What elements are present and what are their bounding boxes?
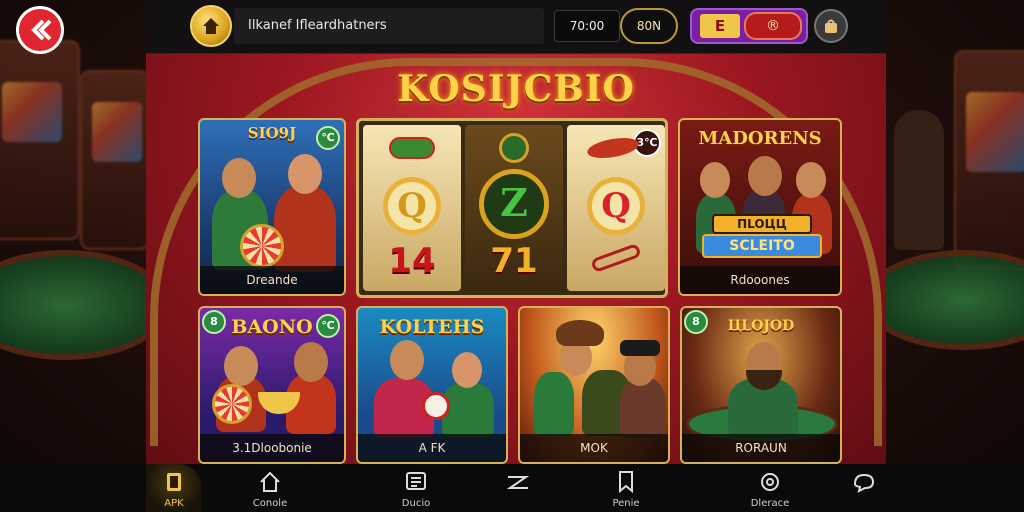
reel-3: 3℃ Q (567, 125, 665, 291)
document-icon (406, 472, 426, 490)
reel-number: 71 (490, 241, 538, 281)
game-tile-label: 3.1Dloobonie (200, 434, 344, 462)
game-tile-label: RORAUN (682, 434, 840, 462)
back-button[interactable] (16, 6, 64, 54)
apk-icon (167, 473, 181, 491)
reel-1: Q 14 (363, 125, 461, 291)
nav-label: Penie (612, 498, 640, 509)
game-tile-title: KOLTEHS (379, 316, 485, 338)
chat-icon (853, 473, 875, 493)
tile-badge-right: ℃ (316, 314, 340, 338)
nav-settings[interactable]: Dlerace (730, 464, 810, 512)
nav-document[interactable]: Ducio (376, 464, 456, 512)
nav-bookmark[interactable]: Penie (586, 464, 666, 512)
top-bar: Ilkanef Ifleardhatners 70:00 80N E ® (146, 0, 886, 54)
nav-label: Ducio (401, 498, 431, 509)
house-icon (203, 18, 219, 34)
join-button[interactable]: 80N (620, 8, 678, 44)
game-tile-6[interactable]: ЦLOJOD 8 RORAUN (680, 306, 842, 464)
balance-display: 70:00 (554, 10, 620, 42)
back-arrow-icon (31, 19, 52, 41)
game-tile-1[interactable]: SIO9J ℃ Dreande (198, 118, 346, 296)
toggle-option-right[interactable]: ® (744, 12, 802, 40)
nav-chat[interactable] (824, 464, 904, 512)
tile-badge-left: 8 (202, 310, 226, 334)
game-tile-2[interactable]: MADORENS ПLOЦЦ SCLEITO Rdooones (678, 118, 842, 296)
nav-home[interactable]: Conole (230, 464, 310, 512)
game-tile-title: MADORENS (698, 128, 822, 149)
home-icon (260, 471, 280, 492)
toggle-option-left[interactable]: E (700, 14, 740, 38)
game-tile-4[interactable]: KOLTEHS A FK (356, 306, 508, 464)
mode-toggle[interactable]: E ® (690, 8, 808, 44)
tile-badge: ℃ (316, 126, 340, 150)
coin-home-button[interactable] (190, 5, 232, 47)
nav-label: Conole (252, 498, 288, 509)
tile-badge: 8 (684, 310, 708, 334)
game-tile-label: MOK (520, 434, 668, 462)
reel-symbol: Q (383, 177, 441, 235)
game-tile-label: Dreande (200, 266, 344, 294)
announcement-marquee: Ilkanef Ifleardhatners (234, 8, 544, 44)
game-tile-label: A FK (358, 434, 506, 462)
nav-label: APK (164, 498, 184, 509)
game-tile-label: Rdooones (680, 266, 840, 294)
settings-icon (761, 473, 779, 491)
wallet-button[interactable] (814, 9, 848, 43)
zigzag-icon (506, 476, 530, 489)
game-tile-5[interactable]: MOK (518, 306, 670, 464)
nav-apk[interactable]: APK (146, 464, 202, 512)
bottom-nav: APK Conole Ducio Penie Dlerace (0, 464, 1024, 512)
slot-machine-reels[interactable]: Q 14 Z 71 3℃ Q (356, 118, 668, 298)
game-tile-3[interactable]: BAONO 8 ℃ 3.1Dloobonie (198, 306, 346, 464)
promo-banner: SCLEITO (702, 234, 822, 258)
reel-symbol: Q (587, 177, 645, 235)
background-left (0, 0, 150, 512)
background-right (884, 0, 1024, 512)
lobby-title: KOSIJCBIO (397, 68, 635, 110)
lobby-window: Ilkanef Ifleardhatners 70:00 80N E ® KOS… (146, 0, 886, 512)
nav-label: Dlerace (750, 498, 790, 509)
reel-number: 14 (388, 241, 436, 281)
casino-scene: Ilkanef Ifleardhatners 70:00 80N E ® KOS… (0, 0, 1024, 512)
nav-zigzag[interactable] (478, 464, 558, 512)
reel-2: Z 71 (465, 125, 563, 291)
game-grid-panel: KOSIJCBIO SIO9J ℃ Dreande Q 14 Z 71 3℃ Q… (146, 54, 886, 474)
bookmark-icon (619, 471, 633, 494)
promo-banner-top: ПLOЦЦ (712, 214, 812, 234)
bag-icon (825, 19, 837, 33)
reel-symbol: Z (479, 169, 549, 239)
